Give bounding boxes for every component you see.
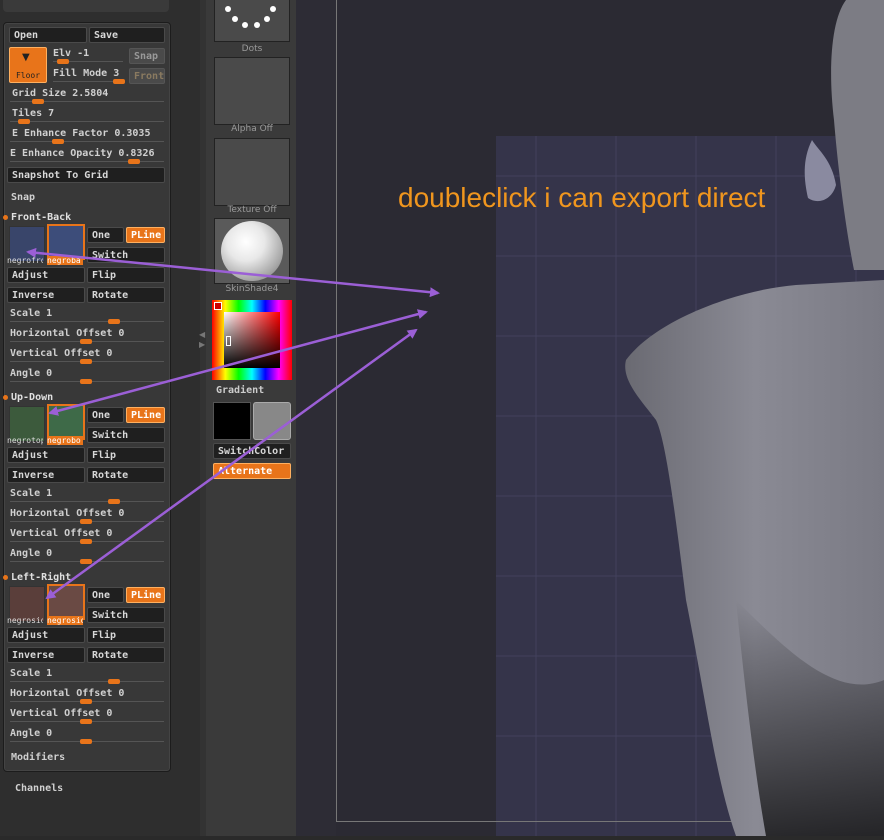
annotation-arrows [26, 247, 440, 600]
arrow-left-right [45, 328, 418, 600]
arrow-front-back [26, 247, 440, 298]
